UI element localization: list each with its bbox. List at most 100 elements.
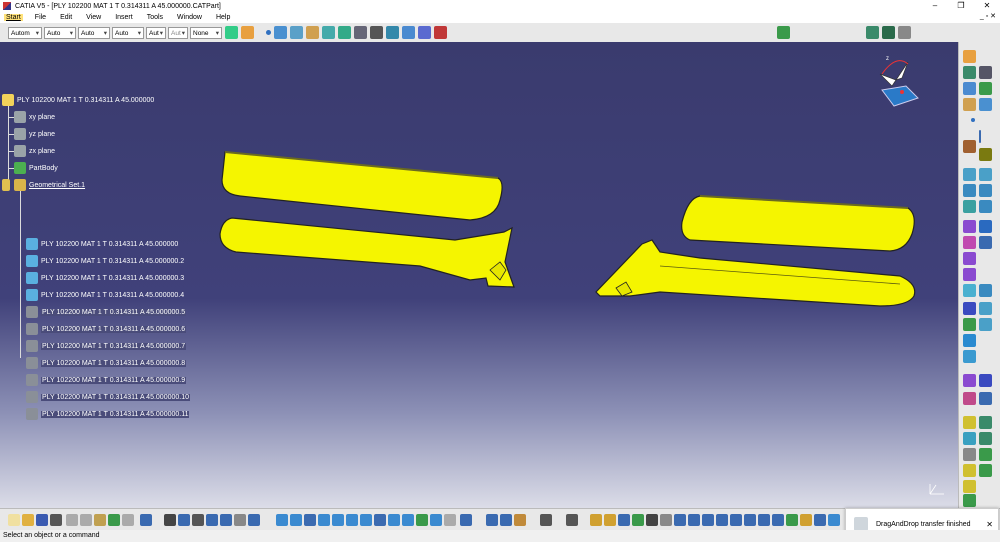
normal-view-icon[interactable]	[360, 514, 372, 526]
surface-icon[interactable]	[963, 220, 976, 233]
lower-left-ply-surface[interactable]	[219, 217, 515, 288]
tool-icon[interactable]	[979, 302, 992, 315]
tool-icon[interactable]	[963, 98, 976, 111]
tool-icon[interactable]	[979, 236, 992, 249]
upper-left-ply-surface[interactable]	[221, 151, 503, 221]
tree-item-ply[interactable]: PLY 102200 MAT 1 T 0.314311 A 45.000000.…	[26, 272, 184, 284]
point-type-combo[interactable]: Auto ▾	[112, 26, 144, 39]
tool-icon[interactable]	[758, 514, 770, 526]
line-thickness-combo[interactable]: Auto ▾	[44, 26, 76, 39]
tool-icon[interactable]	[963, 184, 976, 197]
painter-icon[interactable]	[225, 26, 238, 39]
tool-icon[interactable]	[786, 514, 798, 526]
tree-item-ply[interactable]: PLY 102200 MAT 1 T 0.314311 A 45.000000.…	[26, 289, 184, 301]
print-icon[interactable]	[50, 514, 62, 526]
paste-icon[interactable]	[94, 514, 106, 526]
tool-icon[interactable]	[963, 494, 976, 507]
tool-icon[interactable]	[979, 392, 992, 405]
undo-icon[interactable]	[108, 514, 120, 526]
render-style-combo[interactable]: None ▾	[190, 26, 222, 39]
maximize-button[interactable]: ❐	[948, 0, 974, 12]
layer-combo[interactable]: Aut ▾	[146, 26, 166, 39]
tool-icon[interactable]	[963, 416, 976, 429]
catalog-icon[interactable]	[354, 26, 367, 39]
tool-icon[interactable]	[702, 514, 714, 526]
analysis-icon[interactable]	[418, 26, 431, 39]
cut-icon[interactable]	[66, 514, 78, 526]
3d-viewport[interactable]: z PLY 102200 MAT 1 T 0.314311 A 45.00000…	[0, 42, 958, 508]
tool-icon[interactable]	[963, 236, 976, 249]
tool-icon[interactable]	[234, 514, 246, 526]
tool-icon[interactable]	[963, 284, 976, 297]
pan-icon[interactable]	[304, 514, 316, 526]
isometric-view-icon[interactable]	[388, 514, 400, 526]
multi-section-icon[interactable]	[306, 26, 319, 39]
tool-icon[interactable]	[604, 514, 616, 526]
tree-item-ply-hidden[interactable]: PLY 102200 MAT 1 T 0.314311 A 45.000000.…	[26, 323, 187, 335]
tool-icon[interactable]	[566, 514, 578, 526]
tool-icon[interactable]	[963, 480, 976, 493]
spline-icon[interactable]	[274, 26, 287, 39]
tool-icon[interactable]	[744, 514, 756, 526]
tree-item-ply-hidden[interactable]: PLY 102200 MAT 1 T 0.314311 A 45.000000.…	[26, 374, 187, 386]
tree-item-ply-hidden[interactable]: PLY 102200 MAT 1 T 0.314311 A 45.000000.…	[26, 340, 187, 352]
tool-icon[interactable]	[979, 432, 992, 445]
menu-view[interactable]: View	[84, 14, 103, 21]
sketcher-icon[interactable]	[963, 66, 976, 79]
fly-mode-icon[interactable]	[276, 514, 288, 526]
shading-icon[interactable]	[402, 514, 414, 526]
tool-icon[interactable]	[979, 416, 992, 429]
close-button[interactable]: ✕	[974, 0, 1000, 12]
point-icon[interactable]	[266, 30, 271, 35]
tool-icon[interactable]	[540, 514, 552, 526]
multi-view-icon[interactable]	[374, 514, 386, 526]
point-icon[interactable]	[971, 118, 975, 122]
tool-icon[interactable]	[220, 514, 232, 526]
expand-toggle-icon[interactable]	[2, 179, 10, 191]
tree-item-zx-plane[interactable]: zx plane	[14, 145, 55, 157]
menu-edit[interactable]: Edit	[58, 14, 74, 21]
tool-icon[interactable]	[730, 514, 742, 526]
quick-select-icon[interactable]	[241, 26, 254, 39]
tool-icon[interactable]	[963, 140, 976, 153]
menu-insert[interactable]: Insert	[113, 14, 135, 21]
compass-widget[interactable]: z	[872, 52, 920, 110]
tool-icon[interactable]	[444, 514, 456, 526]
menu-window[interactable]: Window	[175, 14, 204, 21]
tool-icon[interactable]	[500, 514, 512, 526]
formula-icon[interactable]	[164, 514, 176, 526]
tool-icon[interactable]	[963, 448, 976, 461]
tool-icon[interactable]	[772, 514, 784, 526]
tree-item-ply-hidden[interactable]: PLY 102200 MAT 1 T 0.314311 A 45.000000.…	[26, 408, 190, 420]
tool-icon[interactable]	[618, 514, 630, 526]
tool-icon[interactable]	[963, 392, 976, 405]
tool-icon[interactable]	[688, 514, 700, 526]
tool-icon[interactable]	[963, 252, 976, 265]
tool-icon[interactable]	[979, 284, 992, 297]
tool-icon[interactable]	[963, 168, 976, 181]
line-color-combo[interactable]: Autom ▾	[8, 26, 42, 39]
ply-icon[interactable]	[402, 26, 415, 39]
tool-icon[interactable]	[979, 168, 992, 181]
tool-icon[interactable]	[460, 514, 472, 526]
tree-root-node[interactable]: PLY 102200 MAT 1 T 0.314311 A 45.000000	[2, 94, 154, 106]
tool-icon[interactable]	[979, 448, 992, 461]
tree-item-geometrical-set[interactable]: Geometrical Set.1	[2, 179, 85, 191]
tool-icon[interactable]	[590, 514, 602, 526]
tool-icon[interactable]	[674, 514, 686, 526]
tree-item-ply[interactable]: PLY 102200 MAT 1 T 0.314311 A 45.000000.…	[26, 255, 184, 267]
menu-help[interactable]: Help	[214, 14, 232, 21]
tool-icon[interactable]	[963, 334, 976, 347]
image-capture-icon[interactable]	[866, 26, 879, 39]
tool-icon[interactable]	[979, 464, 992, 477]
tool-icon[interactable]	[979, 318, 992, 331]
tool-icon[interactable]	[963, 200, 976, 213]
tool-icon[interactable]	[963, 268, 976, 281]
menu-start[interactable]: Start	[4, 14, 23, 21]
copy-icon[interactable]	[80, 514, 92, 526]
tool-icon[interactable]	[632, 514, 644, 526]
upper-right-ply-surface[interactable]	[681, 195, 915, 252]
video-icon[interactable]	[882, 26, 895, 39]
tool-icon[interactable]	[716, 514, 728, 526]
comment-icon[interactable]	[178, 514, 190, 526]
